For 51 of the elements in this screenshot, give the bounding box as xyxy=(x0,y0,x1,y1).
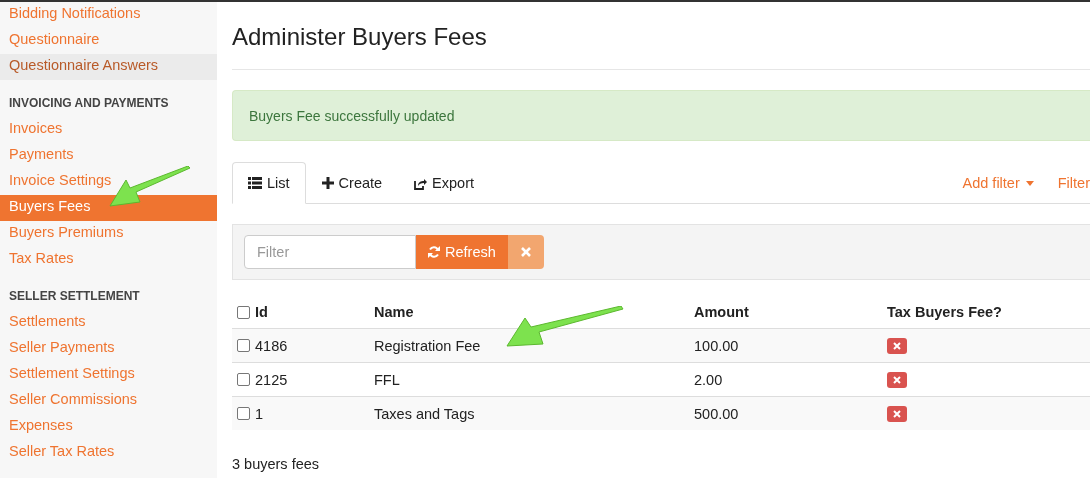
row-checkbox[interactable] xyxy=(237,407,250,420)
select-all-checkbox[interactable] xyxy=(237,305,250,319)
sidebar-item[interactable]: Expenses xyxy=(0,414,217,440)
table-cell-text: 100.00 xyxy=(694,337,740,354)
column-header: Tax Buyers Fee? xyxy=(887,304,1003,320)
sidebar-item[interactable]: Buyers Fees xyxy=(0,195,217,221)
sidebar-item[interactable]: Settlement Settings xyxy=(0,362,217,388)
filter-field[interactable]: Filter xyxy=(244,235,416,269)
record-count: 3 buyers fees xyxy=(232,456,321,472)
sidebar-item[interactable]: Bidding Notifications xyxy=(0,2,217,28)
sidebar-item[interactable]: Seller Tax Rates xyxy=(0,440,217,466)
sidebar-item[interactable]: Questionnaire xyxy=(0,28,217,54)
caret-icon xyxy=(1025,180,1034,186)
refresh-icon xyxy=(428,246,440,258)
sidebar-item[interactable]: Questionnaire Answers xyxy=(0,54,217,80)
row-checkbox[interactable] xyxy=(237,373,250,386)
sidebar-item[interactable]: Payments xyxy=(0,143,217,169)
row-checkbox[interactable] xyxy=(237,339,250,352)
column-header: Amount xyxy=(694,304,750,320)
tab[interactable]: Create xyxy=(305,162,399,204)
success-alert: Buyers Fee successfully updated xyxy=(232,90,1090,141)
sidebar-item[interactable]: Buyers Premiums xyxy=(0,221,217,247)
table-cell-text: Taxes and Tags xyxy=(374,405,476,422)
page-title: Administer Buyers Fees xyxy=(232,22,488,52)
table-cell-text: 1 xyxy=(255,405,265,422)
tab[interactable]: List xyxy=(232,162,306,204)
filter-link[interactable]: Add filter xyxy=(950,163,1046,203)
list-icon xyxy=(248,177,262,189)
sidebar-item[interactable]: Seller Commissions xyxy=(0,388,217,414)
table-cell-text: 2125 xyxy=(255,371,289,388)
sidebar-item[interactable]: Seller Payments xyxy=(0,336,217,362)
table-cell-text: Registration Fee xyxy=(374,337,482,354)
close-icon xyxy=(520,247,531,257)
table-cell-text: 2.00 xyxy=(694,371,724,388)
sidebar-item[interactable]: Tax Rates xyxy=(0,247,217,273)
plus-icon xyxy=(321,177,334,189)
sidebar-item[interactable]: Settlements xyxy=(0,310,217,336)
tab[interactable]: Export xyxy=(398,162,491,204)
sidebar-item[interactable]: Invoices xyxy=(0,117,217,143)
refresh-button[interactable]: Refresh xyxy=(416,235,508,269)
sidebar-item[interactable]: Invoice Settings xyxy=(0,169,217,195)
filter-link[interactable]: Filter xyxy=(1045,163,1090,203)
column-header: Id xyxy=(255,304,269,320)
section-heading: INVOICING AND PAYMENTS xyxy=(8,95,170,112)
table-cell-text: 500.00 xyxy=(694,405,740,422)
section-heading: SELLER SETTLEMENT xyxy=(8,288,141,305)
table-cell-text: 4186 xyxy=(255,337,289,354)
column-header: Name xyxy=(374,304,415,320)
share-icon xyxy=(414,176,428,190)
table-cell-text: FFL xyxy=(374,371,401,388)
clear-button[interactable] xyxy=(507,235,544,269)
